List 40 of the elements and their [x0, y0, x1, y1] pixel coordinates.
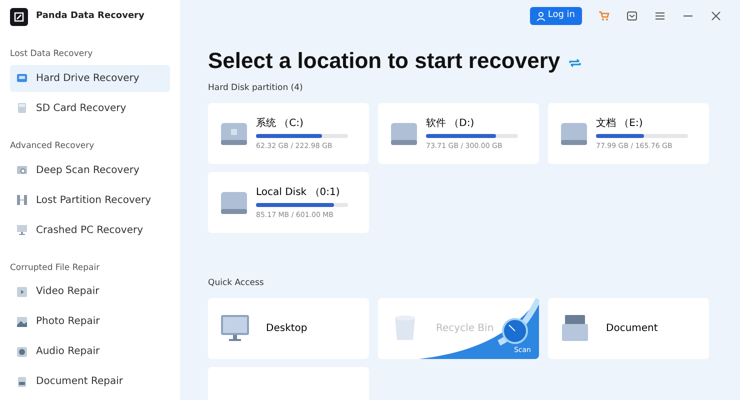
document-icon [16, 376, 28, 388]
mail-icon[interactable] [626, 10, 638, 22]
app-logo-icon [10, 8, 28, 26]
photo-icon [16, 316, 28, 328]
sidebar-heading: Lost Data Recovery [10, 48, 94, 61]
audio-icon [16, 346, 28, 358]
sidebar-item[interactable]: Crashed PC Recovery [10, 216, 170, 244]
partition-icon [16, 194, 28, 206]
video-icon [16, 286, 28, 298]
sidebar-item[interactable]: Document Repair [10, 368, 170, 396]
quick-access-card[interactable]: Document [548, 298, 709, 359]
app-title: Panda Data Recovery [36, 10, 144, 24]
sidebar-item[interactable]: Lost Partition Recovery [10, 186, 170, 214]
location-label: Recycle Bin [436, 322, 494, 336]
monitor-icon [220, 314, 250, 342]
folder-icon [560, 314, 590, 342]
drive-name: Local Disk （0:1) [256, 186, 341, 200]
user-icon [536, 12, 545, 20]
monitor-icon [16, 224, 28, 236]
section-title: Hard Disk partition (4) [208, 82, 304, 96]
location-label: Document [606, 322, 658, 336]
card-icon [16, 102, 28, 114]
section-title: Quick Access [208, 277, 265, 290]
drive-name: 文档 （E:) [596, 116, 644, 131]
quick-access-card[interactable]: Desktop [208, 298, 369, 359]
sidebar-item[interactable]: Audio Repair [10, 338, 170, 366]
close-icon[interactable] [710, 10, 722, 22]
sidebar-item[interactable]: SD Card Recovery [10, 94, 170, 122]
page-heading: Select a location to start recovery [208, 48, 560, 74]
sidebar-heading: Advanced Recovery [10, 140, 96, 152]
sidebar-item[interactable]: Hard Drive Recovery [10, 64, 170, 92]
location-label: Desktop [266, 322, 308, 336]
sidebar-item[interactable]: Video Repair [10, 278, 170, 306]
menu-icon[interactable] [654, 10, 666, 22]
login-button[interactable]: Log in [530, 7, 582, 25]
sidebar-item[interactable]: Deep Scan Recovery [10, 156, 170, 184]
drive-name: 系统 （C:) [256, 116, 304, 131]
sidebar-item[interactable]: Photo Repair [10, 308, 170, 336]
sidebar-heading: Corrupted File Repair [10, 262, 101, 274]
drive-name: 软件 （D:) [426, 116, 476, 131]
